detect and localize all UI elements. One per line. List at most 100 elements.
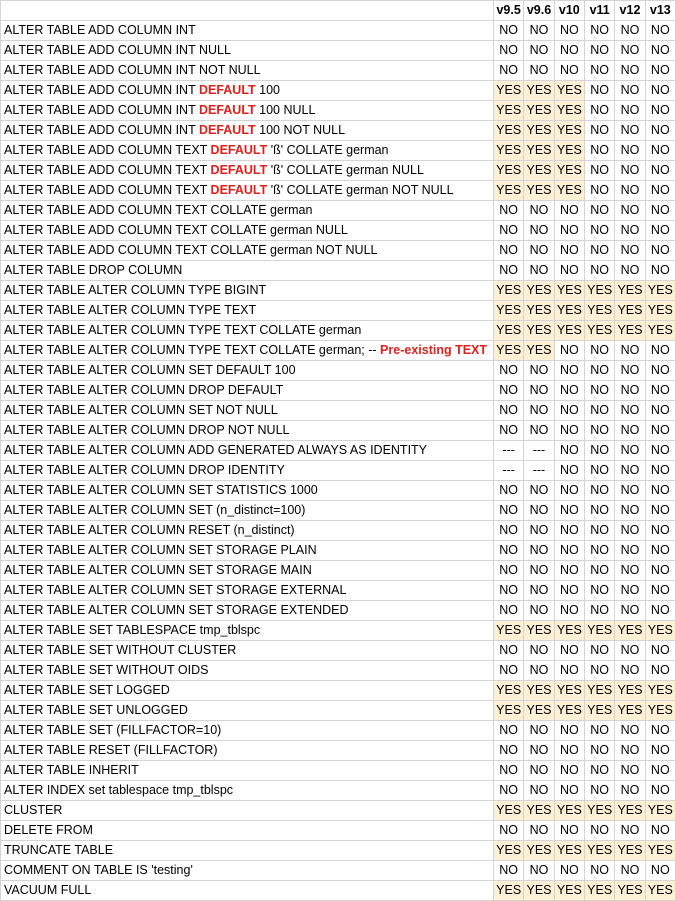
result-cell: NO	[584, 781, 614, 801]
result-cell: YES	[554, 101, 584, 121]
statement-text: ALTER TABLE ALTER COLUMN SET (n_distinct…	[4, 503, 305, 517]
statement-text: ALTER TABLE ADD COLUMN TEXT	[4, 143, 211, 157]
result-cell: NO	[554, 721, 584, 741]
table-row: ALTER TABLE DROP COLUMNNONONONONONO	[1, 261, 675, 281]
result-cell: NO	[494, 561, 524, 581]
version-header: v12	[615, 1, 645, 21]
statement-cell: ALTER TABLE ALTER COLUMN DROP NOT NULL	[1, 421, 494, 441]
result-cell: YES	[584, 881, 614, 901]
result-cell: NO	[615, 641, 645, 661]
statement-text: VACUUM FULL	[4, 883, 91, 897]
result-cell: YES	[494, 881, 524, 901]
version-header: v9.6	[524, 1, 554, 21]
statement-text: ALTER TABLE ALTER COLUMN TYPE TEXT COLLA…	[4, 323, 361, 337]
result-cell: NO	[615, 221, 645, 241]
result-cell: NO	[615, 541, 645, 561]
result-cell: NO	[584, 401, 614, 421]
result-cell: NO	[615, 441, 645, 461]
result-cell: NO	[645, 401, 675, 421]
result-cell: NO	[615, 581, 645, 601]
result-cell: NO	[584, 661, 614, 681]
result-cell: NO	[615, 861, 645, 881]
version-header: v9.5	[494, 1, 524, 21]
statement-text: 100 NOT NULL	[256, 123, 345, 137]
result-cell: NO	[645, 601, 675, 621]
result-cell: YES	[645, 321, 675, 341]
result-cell: NO	[584, 381, 614, 401]
statement-text: ALTER TABLE ADD COLUMN TEXT	[4, 163, 211, 177]
result-cell: NO	[615, 101, 645, 121]
result-cell: YES	[524, 161, 554, 181]
result-cell: NO	[584, 521, 614, 541]
result-cell: YES	[615, 321, 645, 341]
result-cell: NO	[584, 261, 614, 281]
result-cell: NO	[524, 361, 554, 381]
statement-text: ALTER TABLE ALTER COLUMN TYPE BIGINT	[4, 283, 266, 297]
result-cell: NO	[615, 501, 645, 521]
result-cell: YES	[645, 841, 675, 861]
result-cell: NO	[554, 421, 584, 441]
result-cell: NO	[615, 121, 645, 141]
statement-text: ALTER TABLE SET LOGGED	[4, 683, 170, 697]
result-cell: NO	[645, 161, 675, 181]
result-cell: NO	[584, 481, 614, 501]
result-cell: NO	[524, 421, 554, 441]
result-cell: ---	[494, 441, 524, 461]
table-row: COMMENT ON TABLE IS 'testing'NONONONONON…	[1, 861, 675, 881]
result-cell: YES	[554, 301, 584, 321]
result-cell: NO	[645, 381, 675, 401]
table-row: ALTER TABLE ALTER COLUMN SET STORAGE EXT…	[1, 581, 675, 601]
result-cell: NO	[615, 201, 645, 221]
table-row: ALTER TABLE ADD COLUMN INT DEFAULT 100 N…	[1, 121, 675, 141]
result-cell: NO	[554, 441, 584, 461]
result-cell: NO	[524, 761, 554, 781]
result-cell: NO	[584, 601, 614, 621]
result-cell: YES	[494, 161, 524, 181]
result-cell: NO	[645, 81, 675, 101]
result-cell: YES	[584, 701, 614, 721]
result-cell: NO	[615, 661, 645, 681]
result-cell: NO	[524, 521, 554, 541]
version-header: v13	[645, 1, 675, 21]
result-cell: YES	[494, 101, 524, 121]
statement-cell: ALTER TABLE ADD COLUMN TEXT COLLATE germ…	[1, 221, 494, 241]
table-row: ALTER TABLE ADD COLUMN TEXT DEFAULT 'ß' …	[1, 161, 675, 181]
statement-cell: ALTER TABLE ALTER COLUMN RESET (n_distin…	[1, 521, 494, 541]
table-row: ALTER TABLE ALTER COLUMN TYPE TEXT COLLA…	[1, 341, 675, 361]
table-row: ALTER TABLE ALTER COLUMN DROP IDENTITY--…	[1, 461, 675, 481]
result-cell: NO	[615, 421, 645, 441]
result-cell: YES	[524, 621, 554, 641]
result-cell: NO	[554, 201, 584, 221]
statement-cell: ALTER TABLE ALTER COLUMN TYPE BIGINT	[1, 281, 494, 301]
statement-cell: ALTER TABLE ADD COLUMN INT DEFAULT 100 N…	[1, 121, 494, 141]
statement-cell: ALTER TABLE SET WITHOUT CLUSTER	[1, 641, 494, 661]
statement-text: ALTER TABLE ALTER COLUMN TYPE TEXT COLLA…	[4, 343, 380, 357]
result-cell: ---	[524, 441, 554, 461]
result-cell: NO	[554, 861, 584, 881]
statement-cell: ALTER TABLE INHERIT	[1, 761, 494, 781]
result-cell: NO	[645, 641, 675, 661]
result-cell: NO	[645, 821, 675, 841]
result-cell: NO	[524, 781, 554, 801]
result-cell: NO	[494, 61, 524, 81]
result-cell: NO	[554, 821, 584, 841]
result-cell: NO	[494, 721, 524, 741]
result-cell: NO	[584, 341, 614, 361]
statement-text: CLUSTER	[4, 803, 62, 817]
statement-cell: ALTER TABLE ALTER COLUMN DROP DEFAULT	[1, 381, 494, 401]
result-cell: NO	[524, 381, 554, 401]
result-cell: NO	[645, 761, 675, 781]
result-cell: YES	[584, 621, 614, 641]
statement-text: ALTER TABLE ALTER COLUMN SET STORAGE EXT…	[4, 603, 349, 617]
statement-text: ALTER TABLE INHERIT	[4, 763, 139, 777]
statement-cell: ALTER TABLE ALTER COLUMN TYPE TEXT COLLA…	[1, 321, 494, 341]
statement-text: ALTER TABLE ALTER COLUMN SET NOT NULL	[4, 403, 278, 417]
table-row: ALTER TABLE ADD COLUMN INT NOT NULLNONON…	[1, 61, 675, 81]
table-row: ALTER TABLE ALTER COLUMN SET STORAGE EXT…	[1, 601, 675, 621]
statement-text: 'ß' COLLATE german NULL	[267, 163, 424, 177]
statement-cell: ALTER TABLE ADD COLUMN INT	[1, 21, 494, 41]
result-cell: YES	[615, 621, 645, 641]
result-cell: NO	[554, 481, 584, 501]
result-cell: NO	[524, 401, 554, 421]
result-cell: NO	[645, 201, 675, 221]
